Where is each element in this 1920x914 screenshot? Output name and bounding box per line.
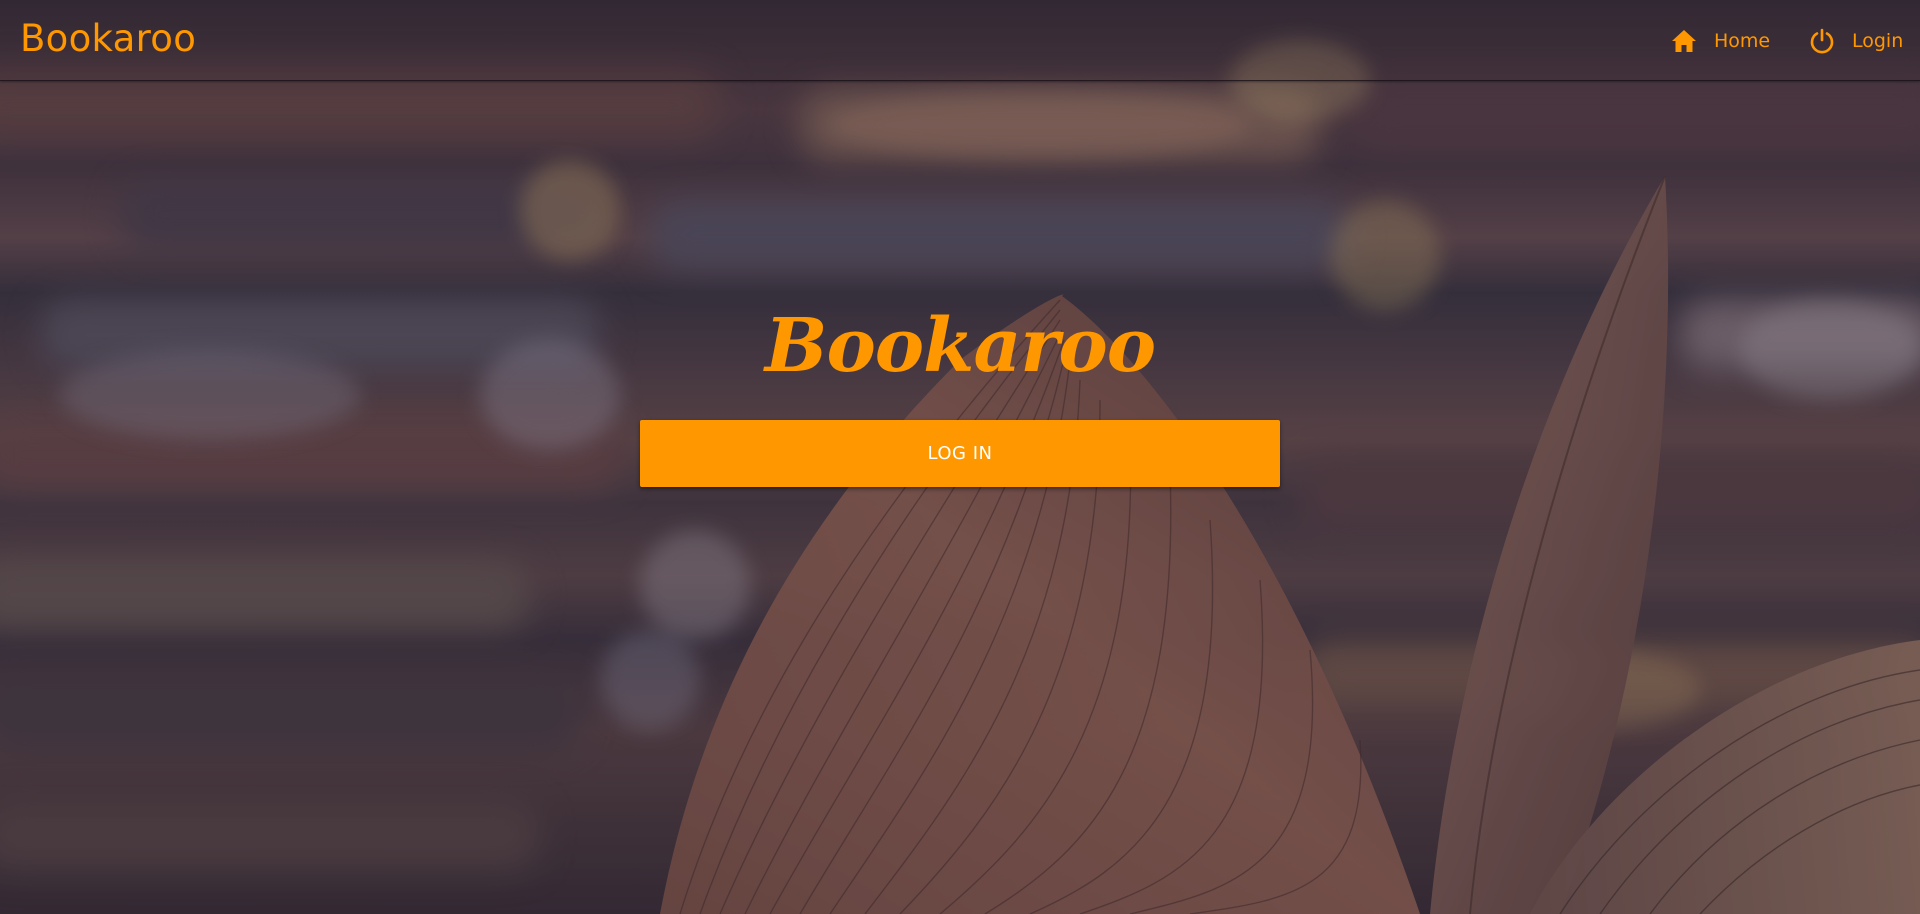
nav-login-link[interactable]: Login bbox=[1808, 26, 1903, 56]
nav-login-label: Login bbox=[1852, 30, 1904, 52]
page: Bookaroo Home Login Bookaroo LOG IN bbox=[0, 0, 1920, 914]
home-icon bbox=[1670, 27, 1698, 55]
top-navbar: Bookaroo Home Login bbox=[0, 0, 1920, 81]
power-icon bbox=[1808, 27, 1836, 55]
nav-home-link[interactable]: Home bbox=[1670, 26, 1770, 56]
brand-logo-text[interactable]: Bookaroo bbox=[20, 17, 196, 61]
login-button[interactable]: LOG IN bbox=[640, 420, 1280, 487]
nav-home-label: Home bbox=[1714, 30, 1771, 52]
hero-title: Bookaroo bbox=[764, 303, 1156, 389]
